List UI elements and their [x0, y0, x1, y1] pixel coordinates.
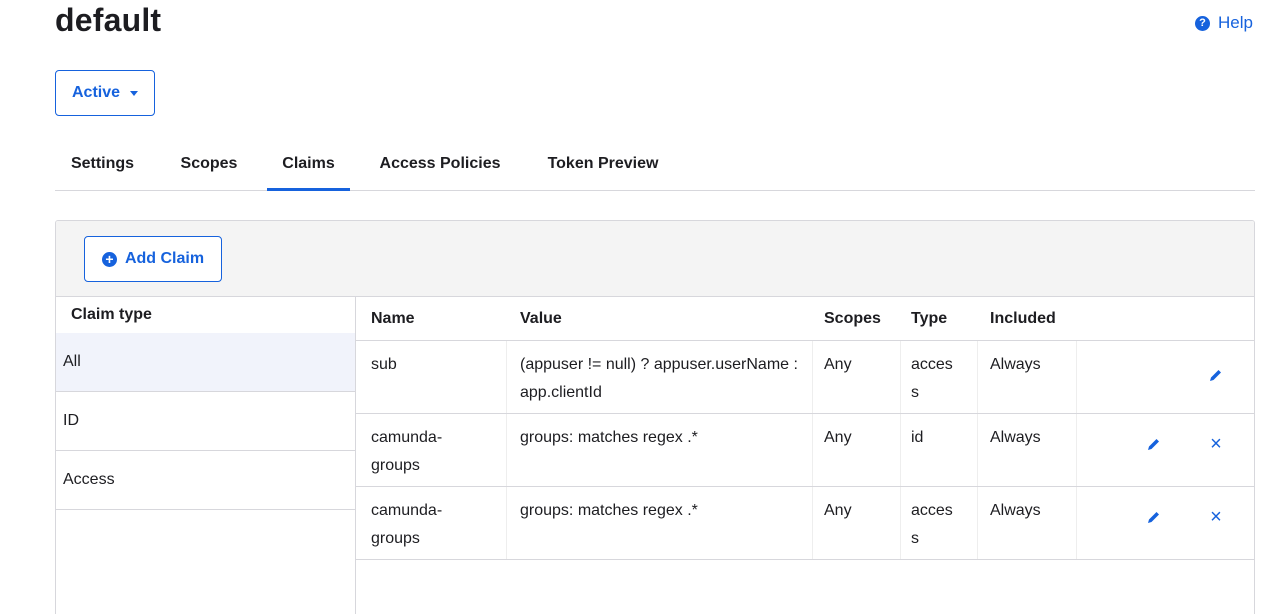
help-link[interactable]: ? Help: [1195, 13, 1253, 33]
claim-type-id[interactable]: ID: [56, 392, 355, 451]
column-header-included[interactable]: Included: [990, 310, 1056, 328]
table-row: sub (appuser != null) ? appuser.userName…: [356, 341, 1254, 414]
claim-type: access: [911, 356, 953, 401]
tab-scopes[interactable]: Scopes: [163, 144, 255, 191]
claim-name: sub: [371, 356, 397, 373]
claim-type-filter: Claim type All ID Access: [56, 297, 356, 614]
claims-toolbar: + Add Claim: [56, 221, 1254, 297]
pencil-icon: [1210, 370, 1221, 381]
edit-claim-button[interactable]: [1206, 365, 1226, 385]
claim-included: Always: [990, 502, 1041, 519]
claim-type: id: [911, 429, 924, 446]
column-header-scopes[interactable]: Scopes: [824, 310, 881, 328]
claim-type-all[interactable]: All: [56, 333, 355, 392]
add-claim-button[interactable]: + Add Claim: [84, 236, 222, 282]
plus-circle-icon: +: [101, 251, 117, 267]
claim-scopes: Any: [824, 356, 852, 373]
claim-scopes: Any: [824, 502, 852, 519]
page-title: default: [55, 2, 162, 38]
tab-token-preview[interactable]: Token Preview: [533, 144, 673, 191]
tab-settings[interactable]: Settings: [55, 144, 150, 191]
claim-type-header: Claim type: [71, 306, 152, 323]
tab-access-policies[interactable]: Access Policies: [366, 144, 514, 191]
tab-bar: Settings Scopes Claims Access Policies T…: [55, 144, 1255, 191]
close-icon: ×: [1210, 433, 1222, 455]
caret-down-icon: [130, 91, 139, 96]
claim-name: camunda-groups: [371, 429, 443, 474]
claim-scopes: Any: [824, 429, 852, 446]
pencil-icon: [1148, 439, 1159, 450]
delete-claim-button[interactable]: ×: [1206, 434, 1226, 454]
claim-type-access[interactable]: Access: [56, 451, 355, 510]
claim-value: groups: matches regex .*: [520, 429, 698, 446]
delete-claim-button[interactable]: ×: [1206, 507, 1226, 527]
table-row: camunda-groups groups: matches regex .* …: [356, 414, 1254, 487]
question-circle-icon: ?: [1195, 15, 1211, 31]
pencil-icon: [1148, 512, 1159, 523]
table-header: Name Value Scopes Type Included: [356, 297, 1254, 341]
help-label: Help: [1218, 13, 1253, 32]
status-dropdown[interactable]: Active: [55, 70, 155, 116]
tab-claims[interactable]: Claims: [267, 144, 350, 191]
table-row: camunda-groups groups: matches regex .* …: [356, 487, 1254, 560]
edit-claim-button[interactable]: [1144, 507, 1164, 527]
close-icon: ×: [1210, 506, 1222, 528]
claims-panel: + Add Claim Claim type All ID Access Nam…: [55, 220, 1255, 614]
add-claim-label: Add Claim: [124, 250, 205, 267]
column-header-type[interactable]: Type: [911, 310, 947, 328]
claim-name: camunda-groups: [371, 502, 443, 547]
column-header-value[interactable]: Value: [520, 310, 562, 328]
edit-claim-button[interactable]: [1144, 434, 1164, 454]
claim-type: access: [911, 502, 953, 547]
claim-included: Always: [990, 356, 1041, 373]
claim-included: Always: [990, 429, 1041, 446]
status-dropdown-label: Active: [71, 84, 121, 101]
claim-value: groups: matches regex .*: [520, 502, 698, 519]
claim-value: (appuser != null) ? appuser.userName : a…: [520, 356, 798, 401]
column-header-name[interactable]: Name: [371, 310, 415, 328]
claims-table: Name Value Scopes Type Included sub (app…: [356, 297, 1254, 560]
